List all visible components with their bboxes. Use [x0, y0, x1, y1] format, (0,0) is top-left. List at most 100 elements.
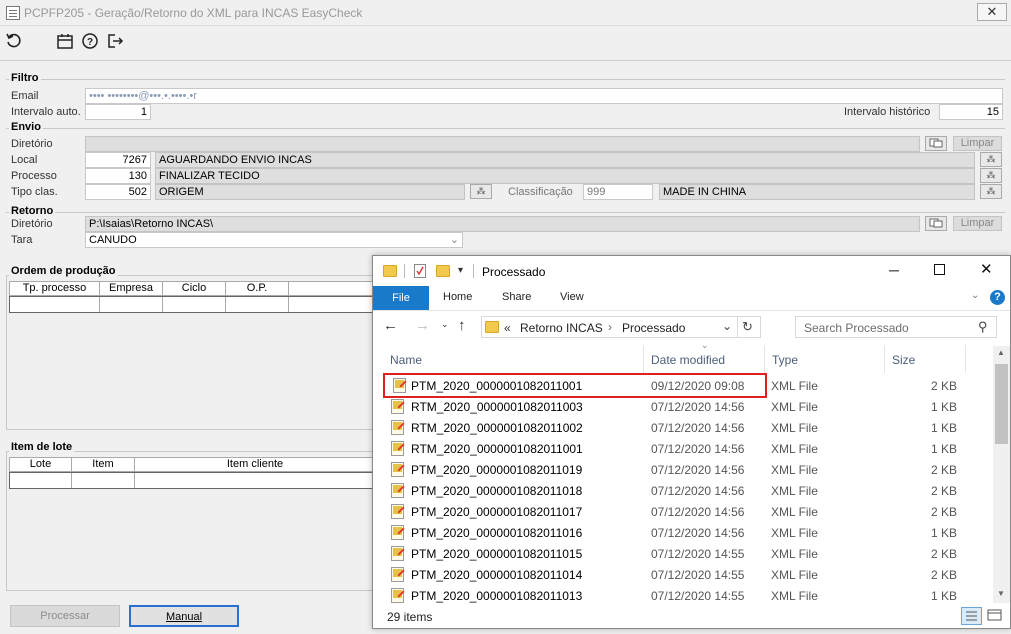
file-row[interactable]: RTM_2020_0000001082011001 07/12/2020 14:5…: [383, 438, 983, 459]
scroll-up-arrow-icon[interactable]: ▲: [997, 348, 1005, 357]
processar-button[interactable]: Processar: [10, 605, 120, 627]
local-code-field[interactable]: 7267: [85, 152, 151, 168]
minimize-icon[interactable]: ─: [889, 262, 899, 278]
tab-file[interactable]: File: [373, 286, 429, 310]
tipo-clas-search-button[interactable]: ⁂: [470, 184, 492, 199]
calendar-icon[interactable]: [55, 32, 75, 52]
recent-locations-chevron-icon[interactable]: ⌄: [441, 319, 449, 330]
retorno-browse-folder-button[interactable]: [925, 216, 947, 231]
file-row[interactable]: PTM_2020_0000001082011018 07/12/2020 14:5…: [383, 480, 983, 501]
file-row[interactable]: RTM_2020_0000001082011003 07/12/2020 14:5…: [383, 396, 983, 417]
address-bar[interactable]: « Retorno INCAS › Processado ⌄ ↻: [481, 316, 761, 338]
forward-arrow-icon[interactable]: →: [415, 317, 430, 334]
tab-view[interactable]: View: [560, 291, 584, 303]
up-arrow-icon[interactable]: ↑: [458, 317, 466, 334]
scroll-down-arrow-icon[interactable]: ▼: [997, 589, 1005, 598]
file-type: XML File: [771, 442, 818, 456]
envio-diretorio-field[interactable]: [85, 136, 920, 152]
properties-icon[interactable]: [414, 264, 426, 278]
intervalo-auto-field[interactable]: 1: [85, 104, 151, 120]
file-row[interactable]: PTM_2020_0000001082011014 07/12/2020 14:5…: [383, 564, 983, 585]
classificacao-code-field[interactable]: 999: [583, 184, 653, 200]
ordem-title: Ordem de produção: [9, 265, 118, 277]
file-size: 1 KB: [930, 526, 957, 540]
help-icon[interactable]: ?: [80, 32, 100, 52]
search-box[interactable]: Search Processado ⚲: [795, 316, 997, 338]
ordem-col-tp-processo[interactable]: Tp. processo: [10, 282, 100, 295]
maximize-icon[interactable]: [934, 264, 945, 275]
folder-icon: [383, 265, 397, 277]
title-divider: [473, 264, 474, 278]
item-lote-grid-row[interactable]: [9, 472, 374, 489]
file-name: PTM_2020_0000001082011017: [411, 505, 583, 519]
vertical-scrollbar[interactable]: ▲ ▼: [993, 346, 1010, 603]
file-row[interactable]: PTM_2020_0000001082011013 07/12/2020 14:5…: [383, 585, 983, 606]
help-icon[interactable]: ?: [990, 290, 1005, 305]
explorer-close-icon[interactable]: ✕: [980, 260, 993, 278]
column-date-modified[interactable]: Date modified: [651, 353, 725, 367]
retorno-limpar-button[interactable]: Limpar: [953, 216, 1002, 231]
file-row[interactable]: PTM_2020_0000001082011015 07/12/2020 14:5…: [383, 543, 983, 564]
envio-diretorio-label: Diretório: [11, 138, 53, 150]
ribbon-expand-chevron-icon[interactable]: ⌄: [971, 290, 979, 301]
ordem-grid-row[interactable]: [9, 296, 374, 313]
manual-button[interactable]: Manual: [129, 605, 239, 627]
item-lote-col-item[interactable]: Item: [72, 458, 135, 471]
tara-label: Tara: [11, 234, 33, 246]
envio-group: [6, 128, 1005, 129]
local-search-button[interactable]: ⁂: [980, 152, 1002, 167]
qat-chevron-down-icon[interactable]: ▾: [458, 265, 463, 276]
address-dropdown-chevron-icon[interactable]: ⌄: [722, 319, 732, 333]
tipo-clas-code-field[interactable]: 502: [85, 184, 151, 200]
file-row[interactable]: PTM_2020_0000001082011019 07/12/2020 14:5…: [383, 459, 983, 480]
file-row[interactable]: PTM_2020_0000001082011016 07/12/2020 14:5…: [383, 522, 983, 543]
column-size[interactable]: Size: [892, 353, 915, 367]
classificacao-search-button[interactable]: ⁂: [980, 184, 1002, 199]
ordem-col-op[interactable]: O.P.: [226, 282, 289, 295]
breadcrumb-processado[interactable]: Processado: [622, 321, 685, 335]
ordem-col-ciclo[interactable]: Ciclo: [163, 282, 226, 295]
processo-desc-field: FINALIZAR TECIDO: [155, 168, 975, 184]
breadcrumb-retorno-incas[interactable]: Retorno INCAS: [520, 321, 603, 335]
retorno-group: [6, 212, 1005, 213]
intervalo-historico-field[interactable]: 15: [939, 104, 1003, 120]
tara-select[interactable]: CANUDO ⌄: [85, 232, 463, 248]
details-view-icon[interactable]: [961, 607, 982, 625]
file-row-highlighted[interactable]: PTM_2020_0000001082011001 09/12/2020 09:0…: [383, 373, 957, 398]
column-type[interactable]: Type: [772, 353, 798, 367]
xml-file-icon: [393, 378, 406, 393]
sort-chevron-icon: ⌄: [701, 340, 709, 350]
exit-icon[interactable]: [105, 32, 125, 52]
scrollbar-thumb[interactable]: [995, 364, 1008, 444]
envio-limpar-button[interactable]: Limpar: [953, 136, 1002, 151]
processo-code-field[interactable]: 130: [85, 168, 151, 184]
item-lote-col-lote[interactable]: Lote: [10, 458, 72, 471]
email-field[interactable]: •••• ••••••••@•••.•.••••.•r: [85, 88, 1003, 104]
back-arrow-icon[interactable]: ←: [383, 317, 398, 334]
item-lote-col-item-cliente[interactable]: Item cliente: [135, 458, 375, 471]
breadcrumb-overflow[interactable]: «: [504, 321, 511, 335]
refresh-icon[interactable]: [4, 32, 24, 52]
file-row[interactable]: RTM_2020_0000001082011002 07/12/2020 14:5…: [383, 417, 983, 438]
new-folder-icon[interactable]: [436, 265, 450, 277]
qat-divider: [404, 264, 405, 278]
tab-home[interactable]: Home: [443, 291, 472, 303]
large-icons-view-icon[interactable]: [985, 607, 1006, 625]
ordem-col-empresa[interactable]: Empresa: [100, 282, 163, 295]
file-row[interactable]: PTM_2020_0000001082011017 07/12/2020 14:5…: [383, 501, 983, 522]
processo-search-button[interactable]: ⁂: [980, 168, 1002, 183]
refresh-icon[interactable]: ↻: [742, 319, 753, 335]
file-date-modified: 07/12/2020 14:56: [651, 484, 745, 498]
explorer-title: Processado: [482, 265, 546, 279]
item-count: 29 items: [387, 610, 433, 624]
retorno-diretorio-field[interactable]: P:\Isaias\Retorno INCAS\: [85, 216, 920, 232]
search-icon[interactable]: ⚲: [978, 319, 988, 335]
window-close-button[interactable]: ✕: [977, 3, 1007, 21]
file-name: PTM_2020_0000001082011015: [411, 547, 583, 561]
file-type: XML File: [771, 568, 818, 582]
intervalo-historico-label: Intervalo histórico: [844, 106, 931, 118]
item-lote-title: Item de lote: [9, 441, 75, 453]
tab-share[interactable]: Share: [502, 291, 531, 303]
column-name[interactable]: Name: [390, 353, 422, 367]
envio-browse-folder-button[interactable]: [925, 136, 947, 151]
